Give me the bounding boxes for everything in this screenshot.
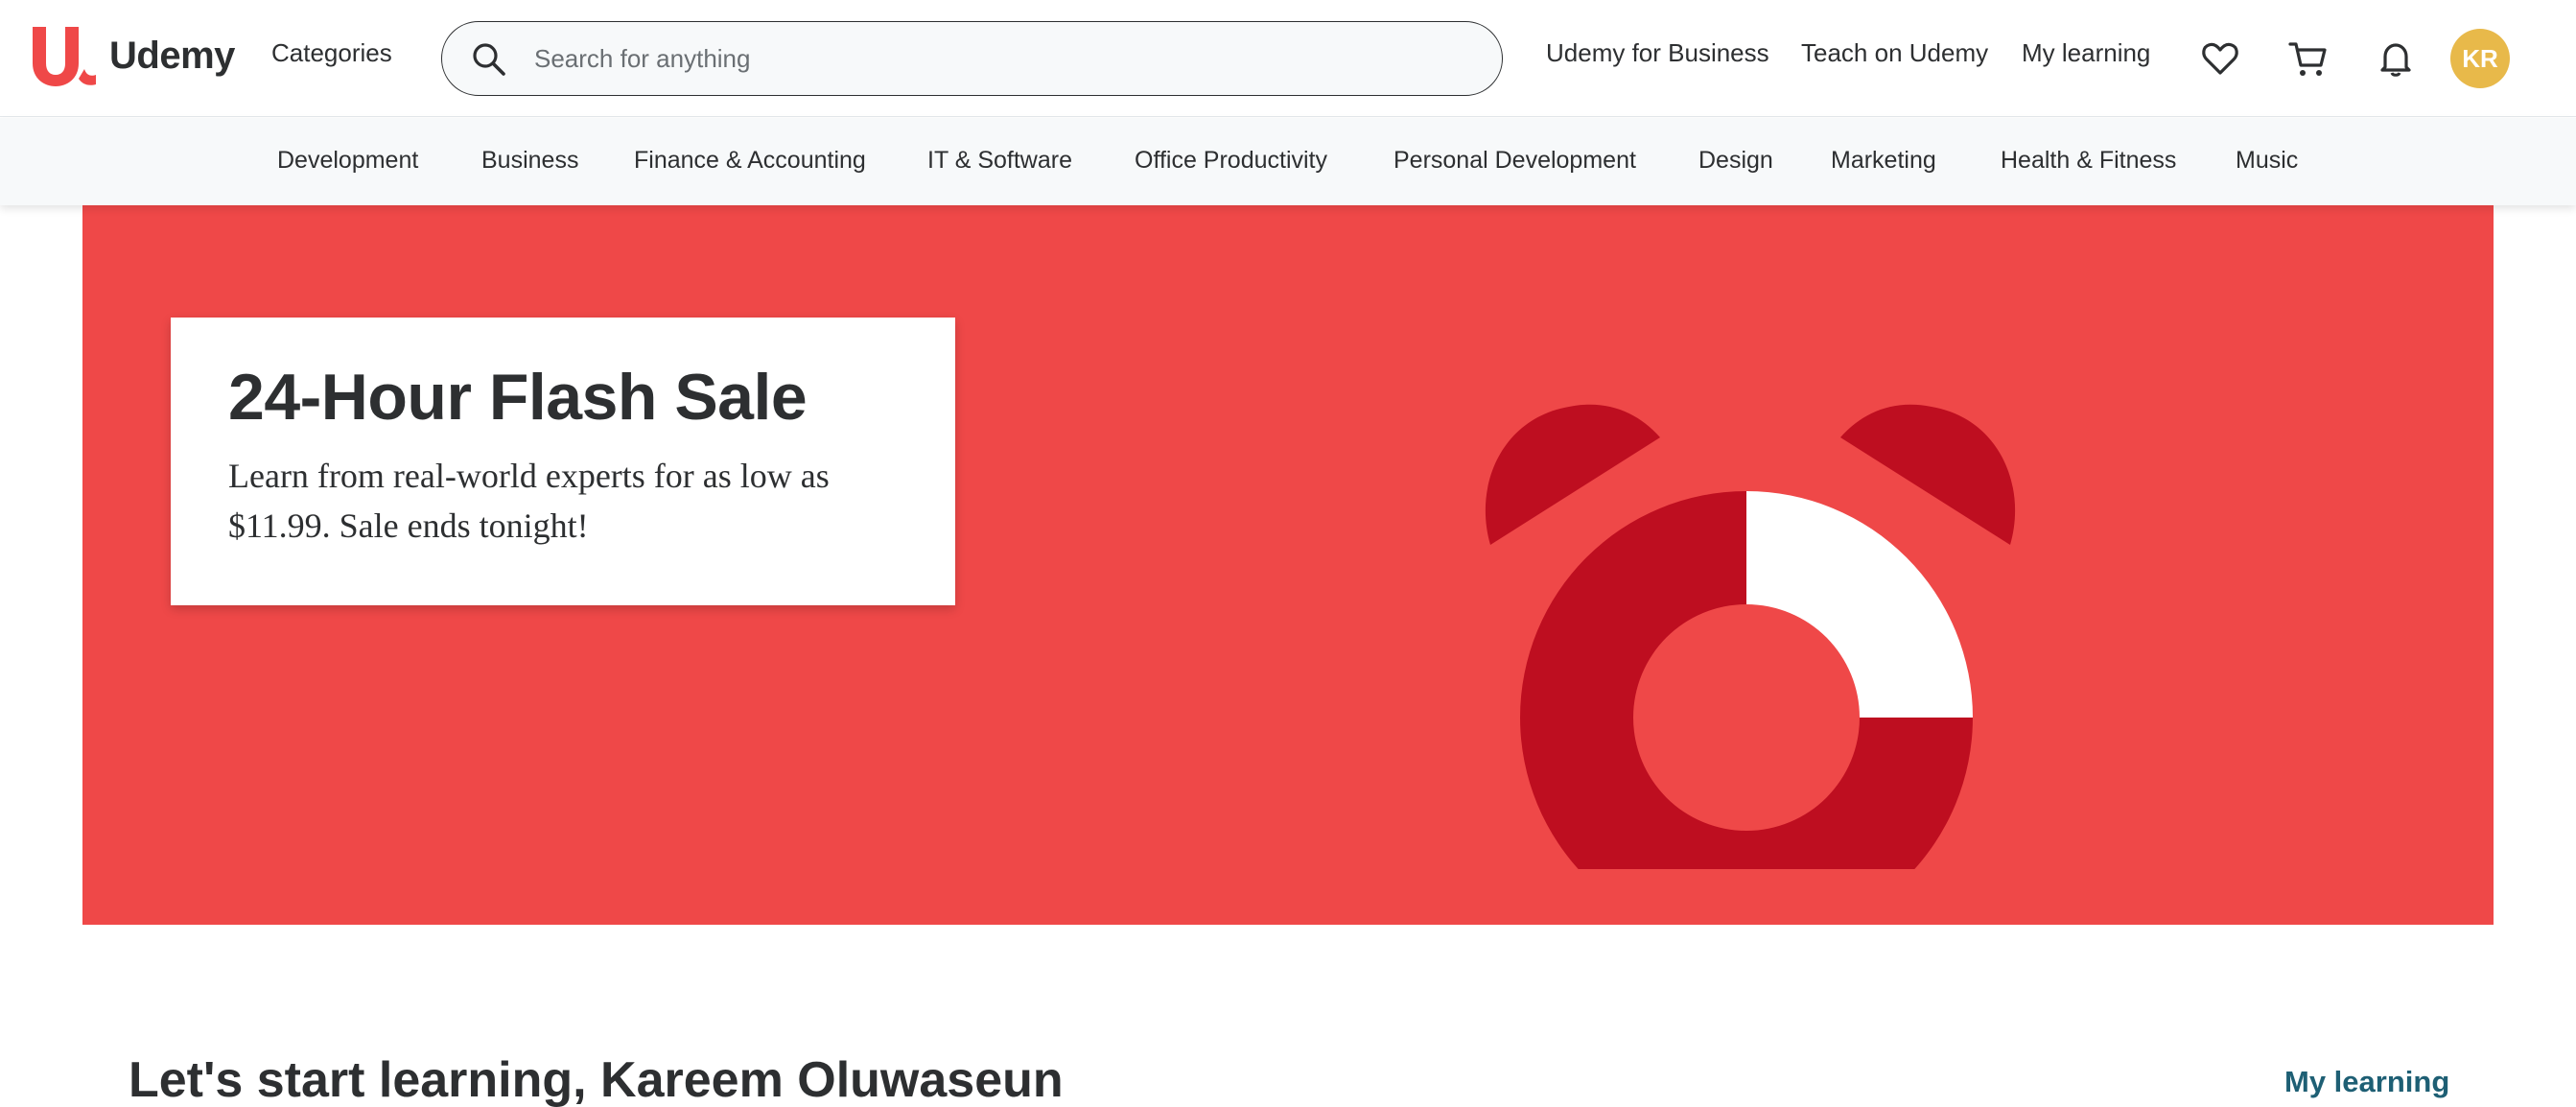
user-avatar[interactable]: KR [2450,29,2510,88]
category-marketing[interactable]: Marketing [1831,147,1936,175]
category-bar: Development Business Finance & Accountin… [0,118,2576,205]
category-finance-accounting[interactable]: Finance & Accounting [634,147,866,175]
category-personal-development[interactable]: Personal Development [1393,147,1636,175]
logo-text: Udemy [109,34,235,77]
hero-description: Learn from real-world experts for as low… [228,456,830,545]
flash-sale-banner[interactable]: 24-Hour Flash Sale Learn from real-world… [82,205,2494,925]
udemy-logo[interactable]: Udemy [25,21,235,90]
my-learning-link[interactable]: My learning [2022,38,2150,68]
search-input[interactable] [534,22,1474,95]
category-design[interactable]: Design [1698,147,1773,175]
search-bar [441,21,1503,96]
category-music[interactable]: Music [2236,147,2298,175]
udemy-logo-icon [33,27,96,86]
cart-icon[interactable] [2286,36,2330,81]
search-icon[interactable] [471,41,507,78]
top-header: Udemy Categories Udemy for Business Teac… [0,0,2576,117]
hero-card: 24-Hour Flash Sale Learn from real-world… [171,318,955,605]
categories-menu[interactable]: Categories [271,38,392,68]
category-development[interactable]: Development [277,147,418,175]
category-health-fitness[interactable]: Health & Fitness [2001,147,2176,175]
greeting-heading: Let's start learning, Kareem Oluwaseun [129,1052,1064,1107]
hero-title: 24-Hour Flash Sale [228,361,808,434]
bell-icon[interactable] [2374,36,2418,81]
my-learning-section-link[interactable]: My learning [2284,1065,2449,1099]
category-it-software[interactable]: IT & Software [927,147,1072,175]
teach-on-udemy-link[interactable]: Teach on Udemy [1801,38,1988,68]
heart-icon[interactable] [2198,36,2242,81]
category-business[interactable]: Business [481,147,578,175]
udemy-for-business-link[interactable]: Udemy for Business [1546,38,1769,68]
category-office-productivity[interactable]: Office Productivity [1135,147,1327,175]
alarm-clock-illustration [1485,404,2016,869]
